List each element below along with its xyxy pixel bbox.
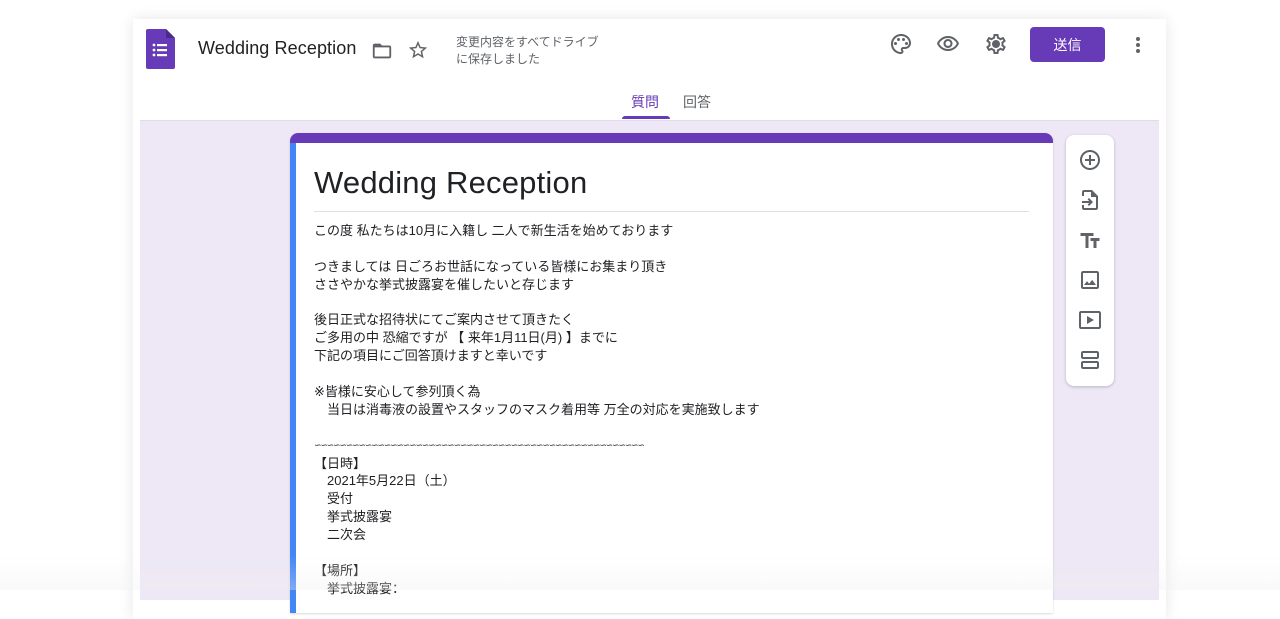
description-line: 2021年5月22日（土） <box>314 473 456 489</box>
card-focus-indicator <box>290 143 296 613</box>
description-line: 後日正式な招待状にてご案内させて頂きたく <box>314 312 575 328</box>
active-tab-indicator <box>622 116 670 119</box>
forms-logo-icon[interactable] <box>146 29 175 69</box>
description-line: 受付 <box>314 491 354 507</box>
palette-icon[interactable] <box>889 32 913 56</box>
form-header-card[interactable]: Wedding Reception この度 私たちは10月に入籍し 二人で新生活… <box>290 133 1053 613</box>
tab-responses[interactable]: 回答 <box>683 92 711 112</box>
description-line <box>314 544 1034 562</box>
description-line: ※皆様に安心して参列頂く為 <box>314 384 481 400</box>
preview-eye-icon[interactable] <box>936 32 960 56</box>
add-circle-icon[interactable] <box>1078 148 1102 172</box>
description-line: つきましては 日ごろお世話になっている皆様にお集まり頂き <box>314 258 668 274</box>
description-line <box>314 240 1034 258</box>
title-icon[interactable] <box>1078 228 1102 252</box>
tab-bar: 質問 回答 <box>133 81 1166 121</box>
description-line: 下記の項目にご回答頂けますと幸いです <box>314 348 548 364</box>
title-divider <box>314 211 1029 212</box>
description-line <box>314 365 1034 383</box>
form-description-input[interactable]: この度 私たちは10月に入籍し 二人で新生活を始めております つきましては 日ごろ… <box>314 222 1034 598</box>
description-line: ささやかな挙式披露宴を催したいと存じます <box>314 276 575 292</box>
send-button[interactable]: 送信 <box>1030 27 1105 62</box>
description-line: 挙式披露宴： <box>314 580 406 596</box>
description-line: ご多用の中 恐縮ですが 【 来年1月11日(月) 】までに <box>314 330 618 346</box>
description-line <box>314 294 1034 312</box>
section-icon[interactable] <box>1078 348 1102 372</box>
video-icon[interactable] <box>1078 308 1102 332</box>
tab-questions[interactable]: 質問 <box>631 92 659 112</box>
description-line: 二次会 <box>314 527 367 543</box>
description-line: 挙式披露宴 <box>314 509 393 525</box>
description-line: 【日時】 <box>314 455 367 471</box>
folder-icon[interactable] <box>371 40 393 62</box>
import-icon[interactable] <box>1078 188 1102 212</box>
more-vert-icon[interactable] <box>1128 33 1148 57</box>
description-line: 【場所】 <box>314 562 367 578</box>
side-toolbar <box>1066 135 1114 386</box>
forms-window: Wedding Reception 変更内容をすべてドライブ に保存しました 送信… <box>133 19 1166 619</box>
save-status: 変更内容をすべてドライブ に保存しました <box>456 35 599 66</box>
gear-icon[interactable] <box>984 32 1008 56</box>
document-title[interactable]: Wedding Reception <box>198 38 356 59</box>
form-editor-area: Wedding Reception この度 私たちは10月に入籍し 二人で新生活… <box>140 120 1159 613</box>
star-icon[interactable] <box>407 39 429 61</box>
image-icon[interactable] <box>1078 268 1102 292</box>
description-line: この度 私たちは10月に入籍し 二人で新生活を始めております <box>314 223 674 238</box>
description-line <box>314 419 1034 437</box>
card-accent-bar <box>290 133 1053 143</box>
header: Wedding Reception 変更内容をすべてドライブ に保存しました 送信… <box>133 19 1166 121</box>
description-line: 当日は消毒液の設置やスタッフのマスク着用等 万全の対応を実施致します <box>314 401 760 417</box>
form-title-input[interactable]: Wedding Reception <box>314 165 587 201</box>
wavy-divider-line: ∽∽∽∽∽∽∽∽∽∽∽∽∽∽∽∽∽∽∽∽∽∽∽∽∽∽∽∽∽∽∽∽∽∽∽∽∽∽∽∽… <box>314 439 644 450</box>
